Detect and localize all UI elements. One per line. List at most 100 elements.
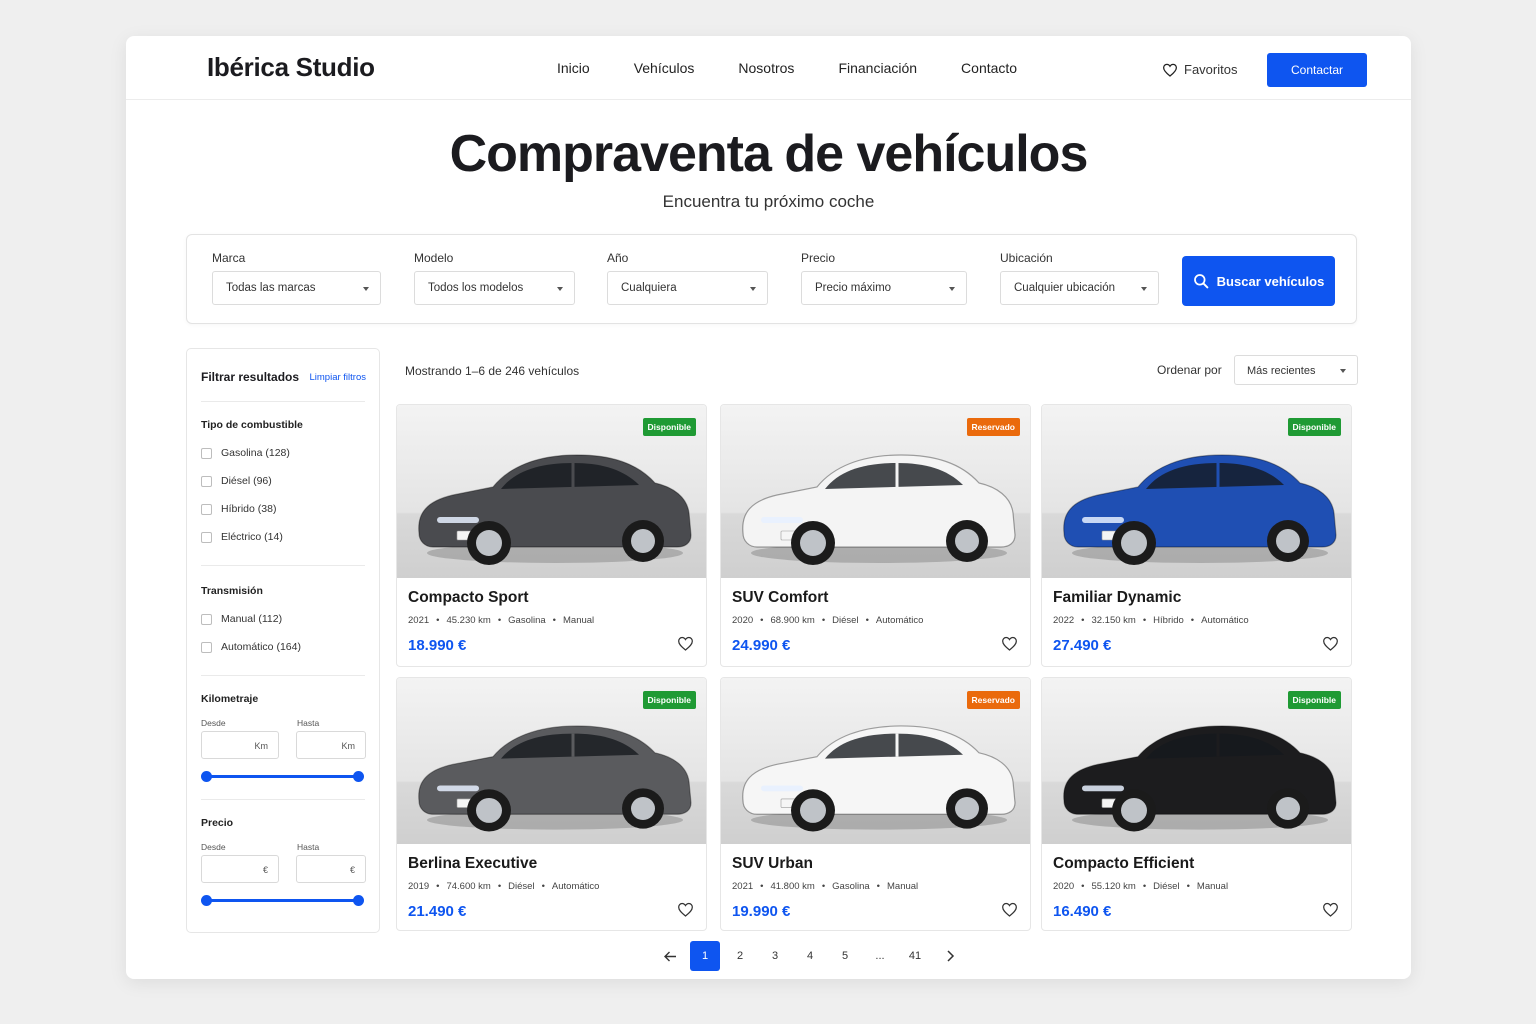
vehicle-fuel: Gasolina xyxy=(508,615,546,626)
status-badge: Disponible xyxy=(1287,691,1341,709)
favorite-heart-icon[interactable] xyxy=(677,902,694,917)
slider-handle-max[interactable] xyxy=(353,895,364,906)
next-page-button[interactable] xyxy=(935,941,965,971)
fuel-checkbox-electrico[interactable]: Eléctrico (14) xyxy=(201,531,283,543)
nav-financiacion[interactable]: Financiación xyxy=(838,60,917,76)
euro-unit: € xyxy=(349,865,355,875)
sort-select-value: Más recientes xyxy=(1247,365,1316,377)
checkbox[interactable] xyxy=(201,613,212,625)
nav-vehiculos[interactable]: Vehículos xyxy=(634,60,695,76)
brand-select[interactable]: Todas las marcas xyxy=(212,271,381,305)
favorite-heart-icon[interactable] xyxy=(1322,636,1339,651)
transmission-heading: Transmisión xyxy=(201,585,263,597)
nav-nosotros[interactable]: Nosotros xyxy=(738,60,794,76)
location-select[interactable]: Cualquier ubicación xyxy=(1000,271,1159,305)
nav-contacto[interactable]: Contacto xyxy=(961,60,1017,76)
clear-filters-link[interactable]: Limpiar filtros xyxy=(310,372,367,383)
arrow-left-icon xyxy=(663,951,676,961)
search-button[interactable]: Buscar vehículos xyxy=(1182,256,1335,306)
favorite-heart-icon[interactable] xyxy=(1322,902,1339,917)
checkbox[interactable] xyxy=(201,475,212,487)
vehicle-price: 24.990 € xyxy=(732,637,791,654)
price-select[interactable]: Precio máximo xyxy=(801,271,967,305)
slider-handle-min[interactable] xyxy=(201,771,212,782)
slider-handle-max[interactable] xyxy=(353,771,364,782)
vehicle-card-suv-urban[interactable]: Reservado SUV Urban 2021 • 41.800 km • Gasol… xyxy=(720,677,1031,931)
page-2-button[interactable]: 2 xyxy=(725,941,755,971)
status-badge: Reservado xyxy=(966,418,1020,436)
chevron-down-icon xyxy=(1141,287,1147,291)
vehicle-photo: Disponible xyxy=(397,405,706,578)
results-count: Mostrando 1–6 de 246 vehículos xyxy=(405,364,580,378)
page-title: Compraventa de vehículos xyxy=(449,125,1089,183)
location-select-value: Cualquier ubicación xyxy=(1014,282,1116,294)
vehicle-price: 18.990 € xyxy=(408,637,467,654)
page-5-button[interactable]: 5 xyxy=(830,941,860,971)
favorite-heart-icon[interactable] xyxy=(677,636,694,651)
vehicle-fuel: Gasolina xyxy=(832,881,870,892)
price-select-value: Precio máximo xyxy=(815,282,892,294)
fuel-heading: Tipo de combustible xyxy=(201,419,303,431)
checkbox[interactable] xyxy=(201,503,212,515)
brand-logo[interactable]: Ibérica Studio xyxy=(207,52,375,83)
location-label: Ubicación xyxy=(1000,251,1053,265)
vehicle-card-compacto-efficient[interactable]: Disponible Compacto Efficient 2020 • 55.12… xyxy=(1041,677,1352,931)
vehicle-title[interactable]: Familiar Dynamic xyxy=(1053,589,1181,607)
fuel-checkbox-diesel[interactable]: Diésel (96) xyxy=(201,475,272,487)
vehicle-price: 27.490 € xyxy=(1053,637,1112,654)
mileage-from-input[interactable]: Km xyxy=(201,731,279,759)
year-select[interactable]: Cualquiera xyxy=(607,271,768,305)
vehicle-card-suv-comfort[interactable]: Reservado SUV Comfort 2020 • 68.900 km • Dié… xyxy=(720,404,1031,667)
search-bar: Marca Todas las marcas Modelo Todos los … xyxy=(186,234,1357,324)
vehicle-title[interactable]: Compacto Sport xyxy=(408,589,529,607)
slider-handle-min[interactable] xyxy=(201,895,212,906)
vehicle-photo: Disponible xyxy=(1042,405,1351,578)
transmission-checkbox-automatico[interactable]: Automático (164) xyxy=(201,641,301,653)
vehicle-card-familiar-dynamic[interactable]: Disponible Familiar Dynamic 2022 • 32.150 … xyxy=(1041,404,1352,667)
vehicle-card-berlina-executive[interactable]: Disponible Berlina Executive 2019 • 74.600… xyxy=(396,677,707,931)
vehicle-fuel: Híbrido xyxy=(1153,615,1184,626)
page-1-button[interactable]: 1 xyxy=(690,941,720,971)
price-to-input[interactable]: € xyxy=(296,855,366,883)
vehicle-title[interactable]: SUV Urban xyxy=(732,855,813,873)
mileage-heading: Kilometraje xyxy=(201,693,259,705)
vehicle-title[interactable]: SUV Comfort xyxy=(732,589,828,607)
favorite-heart-icon[interactable] xyxy=(1001,902,1018,917)
fuel-checkbox-hibrido[interactable]: Híbrido (38) xyxy=(201,503,276,515)
contact-button[interactable]: Contactar xyxy=(1267,53,1367,87)
vehicle-title[interactable]: Compacto Efficient xyxy=(1053,855,1194,873)
vehicle-mileage: 68.900 km xyxy=(770,615,815,626)
sort-select[interactable]: Más recientes xyxy=(1234,355,1358,385)
vehicle-mileage: 74.600 km xyxy=(446,881,491,892)
vehicle-year: 2022 xyxy=(1053,615,1075,626)
price-from-input[interactable]: € xyxy=(201,855,279,883)
vehicle-transmission: Manual xyxy=(563,615,595,626)
vehicle-transmission: Manual xyxy=(887,881,919,892)
fuel-checkbox-gasolina[interactable]: Gasolina (128) xyxy=(201,447,290,459)
main-nav: Inicio Vehículos Nosotros Financiación C… xyxy=(557,60,1017,76)
favorite-heart-icon[interactable] xyxy=(1001,636,1018,651)
pagination: 1 2 3 4 5 ... 41 xyxy=(655,941,965,971)
page-4-button[interactable]: 4 xyxy=(795,941,825,971)
chevron-down-icon xyxy=(557,287,563,291)
status-badge: Disponible xyxy=(642,418,696,436)
page-3-button[interactable]: 3 xyxy=(760,941,790,971)
nav-inicio[interactable]: Inicio xyxy=(557,60,590,76)
mileage-range-slider[interactable] xyxy=(201,771,364,782)
vehicle-year: 2020 xyxy=(732,615,754,626)
checkbox[interactable] xyxy=(201,531,212,543)
price-range-slider[interactable] xyxy=(201,895,364,906)
checkbox[interactable] xyxy=(201,447,212,459)
year-select-value: Cualquiera xyxy=(621,282,677,294)
vehicle-transmission: Automático xyxy=(551,881,600,892)
vehicle-card-compacto-sport[interactable]: Disponible Compacto Sport 2021 • 45.230 km… xyxy=(396,404,707,667)
mileage-to-input[interactable]: Km xyxy=(296,731,366,759)
vehicle-title[interactable]: Berlina Executive xyxy=(408,855,537,873)
vehicle-year: 2019 xyxy=(408,881,430,892)
page-41-button[interactable]: 41 xyxy=(900,941,930,971)
checkbox[interactable] xyxy=(201,641,212,653)
favorites-link[interactable]: Favoritos xyxy=(1162,62,1237,77)
transmission-checkbox-manual[interactable]: Manual (112) xyxy=(201,613,282,625)
prev-page-button[interactable] xyxy=(655,941,685,971)
model-select[interactable]: Todos los modelos xyxy=(414,271,575,305)
